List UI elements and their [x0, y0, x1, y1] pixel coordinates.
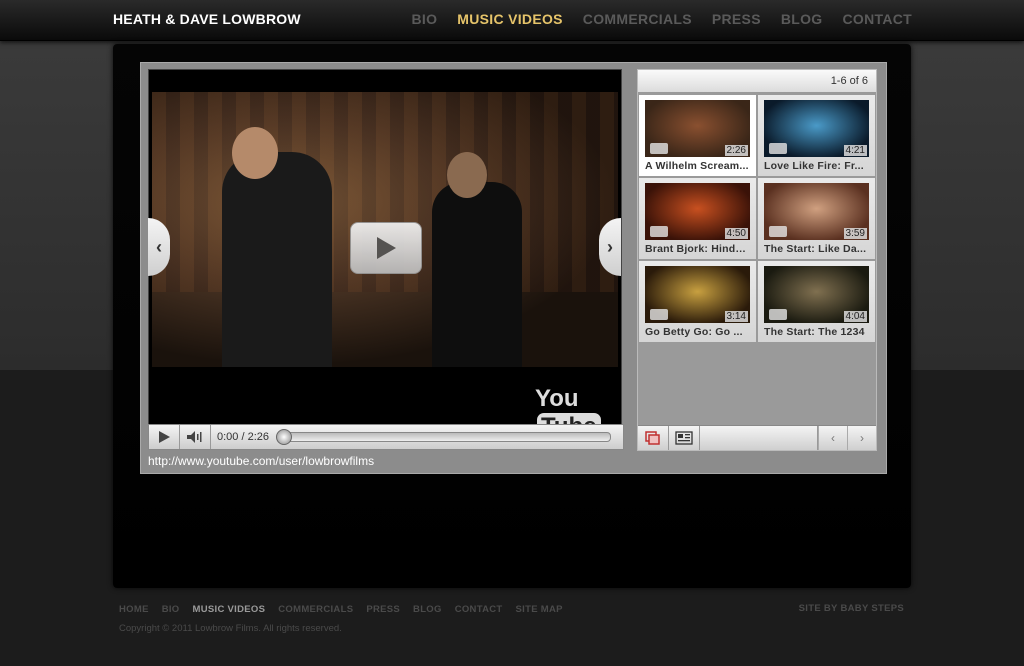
video-title: Brant Bjork: Hinda... — [645, 243, 750, 255]
playlist-item[interactable]: 3:59 The Start: Like Da... — [758, 178, 875, 259]
chevron-right-icon: › — [607, 236, 613, 257]
progress-handle[interactable] — [276, 429, 292, 445]
grid-view-button[interactable] — [669, 426, 700, 450]
footer-blog[interactable]: BLOG — [413, 604, 442, 615]
grid-view-icon — [675, 431, 693, 445]
playlist-count: 1-6 of 6 — [638, 70, 876, 93]
video-duration: 4:04 — [843, 311, 867, 322]
site-brand[interactable]: HEATH & DAVE LOWBROW — [113, 11, 301, 27]
video-title: Love Like Fire: Fr... — [764, 160, 864, 172]
chevron-left-icon: ‹ — [156, 236, 162, 257]
video-title: Go Betty Go: Go ... — [645, 326, 743, 338]
footer-home[interactable]: HOME — [119, 604, 149, 615]
chevron-right-icon: › — [860, 431, 864, 445]
copyright: Copyright © 2011 Lowbrow Films. All righ… — [119, 623, 342, 634]
play-icon — [650, 143, 668, 154]
footer-nav: HOME BIO MUSIC VIDEOS COMMERCIALS PRESS … — [119, 604, 576, 615]
time-display: 0:00 / 2:26 — [217, 431, 269, 443]
nav-blog[interactable]: BLOG — [781, 11, 823, 27]
playlist-item[interactable]: 4:04 The Start: The 1234 — [758, 261, 875, 342]
video-thumbnail: 3:14 — [645, 266, 750, 323]
play-button[interactable] — [149, 425, 180, 449]
play-icon — [769, 309, 787, 320]
play-icon — [159, 431, 170, 443]
video-duration: 3:14 — [724, 311, 748, 322]
playlist-item[interactable]: 3:14 Go Betty Go: Go ... — [639, 261, 756, 342]
video-duration: 4:21 — [843, 145, 867, 156]
volume-button[interactable] — [180, 425, 211, 449]
site-credit[interactable]: SITE BY BABY STEPS — [799, 603, 904, 614]
volume-icon — [187, 431, 202, 443]
nav-contact[interactable]: CONTACT — [843, 11, 913, 27]
play-icon — [650, 309, 668, 320]
chevron-left-icon: ‹ — [831, 431, 835, 445]
channel-link[interactable]: http://www.youtube.com/user/lowbrowfilms — [148, 454, 374, 468]
footer-contact[interactable]: CONTACT — [455, 604, 503, 615]
nav-press[interactable]: PRESS — [712, 11, 761, 27]
video-thumbnail: 4:50 — [645, 183, 750, 240]
playlist-item[interactable]: 4:21 Love Like Fire: Fr... — [758, 95, 875, 176]
playlist-sidebar: 1-6 of 6 2:26 A Wilhelm Scream... 4:21 Love… — [637, 69, 877, 451]
video-thumbnail: 4:04 — [764, 266, 869, 323]
video-title: The Start: Like Da... — [764, 243, 867, 255]
top-bar: HEATH & DAVE LOWBROW BIO MUSIC VIDEOS CO… — [0, 0, 1024, 41]
play-icon — [769, 143, 787, 154]
video-duration: 3:59 — [843, 228, 867, 239]
playlist-item[interactable]: 2:26 A Wilhelm Scream... — [639, 95, 756, 176]
playlist-next-button[interactable]: › — [847, 426, 876, 450]
video-duration: 2:26 — [724, 145, 748, 156]
video-duration: 4:50 — [724, 228, 748, 239]
footer-music-videos[interactable]: MUSIC VIDEOS — [193, 604, 266, 615]
video-thumbnail: 3:59 — [764, 183, 869, 240]
footer-commercials[interactable]: COMMERCIALS — [278, 604, 353, 615]
playlist-prev-button[interactable]: ‹ — [818, 426, 847, 450]
youtube-logo[interactable]: YouTube — [535, 385, 621, 424]
playlist-toolbar: ‹ › — [638, 425, 876, 450]
video-title: The Start: The 1234 — [764, 326, 865, 338]
playlist-view-button[interactable] — [638, 426, 669, 450]
video-title: A Wilhelm Scream... — [645, 160, 749, 172]
footer-site-map[interactable]: SITE MAP — [516, 604, 563, 615]
progress-track[interactable] — [276, 429, 611, 445]
video-thumbnail: 2:26 — [645, 100, 750, 157]
play-icon — [377, 237, 396, 259]
video-thumbnail: 4:21 — [764, 100, 869, 157]
nav-music-videos[interactable]: MUSIC VIDEOS — [457, 11, 563, 27]
main-nav: BIO MUSIC VIDEOS COMMERCIALS PRESS BLOG … — [391, 11, 912, 27]
playlist-icon — [645, 431, 660, 445]
footer-press[interactable]: PRESS — [366, 604, 400, 615]
nav-bio[interactable]: BIO — [411, 11, 437, 27]
play-icon — [650, 226, 668, 237]
playlist-item[interactable]: 4:50 Brant Bjork: Hinda... — [639, 178, 756, 259]
toolbar-spacer — [700, 426, 818, 450]
big-play-button[interactable] — [350, 222, 422, 274]
player-controls: 0:00 / 2:26 — [148, 424, 624, 450]
nav-commercials[interactable]: COMMERCIALS — [583, 11, 692, 27]
playlist-grid: 2:26 A Wilhelm Scream... 4:21 Love Like Fir… — [638, 93, 876, 344]
footer-bio[interactable]: BIO — [162, 604, 180, 615]
play-icon — [769, 226, 787, 237]
video-screen[interactable]: YouTube — [148, 69, 622, 425]
